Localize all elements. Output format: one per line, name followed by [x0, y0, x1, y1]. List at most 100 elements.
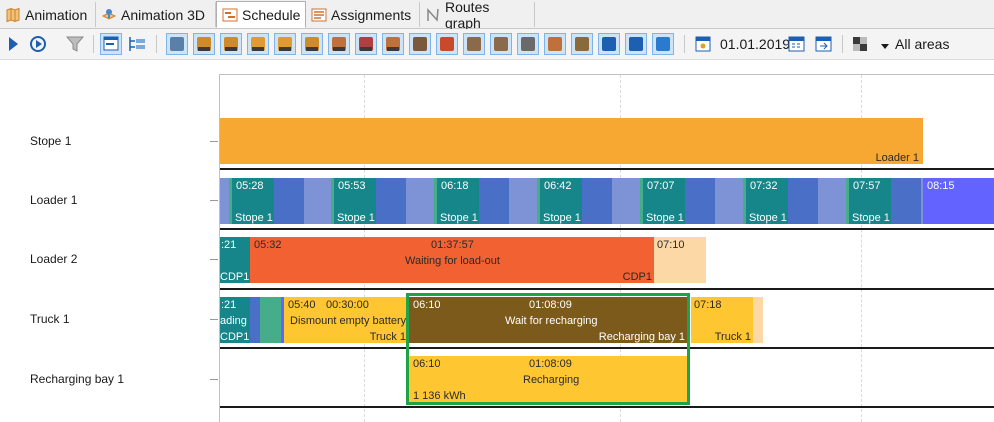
equipment-filter-button[interactable] [625, 33, 647, 55]
color-scheme-button[interactable] [849, 33, 871, 55]
toolbar-separator [842, 35, 843, 53]
row-divider [220, 168, 994, 170]
loader-1-loading-activity[interactable]: 05:53 Stope 1 [334, 178, 376, 224]
activity-start-time: :21 [221, 299, 237, 311]
row-divider [220, 288, 994, 290]
tab-animation-3d[interactable]: Animation 3D [96, 2, 216, 27]
date-picker-button[interactable] [693, 33, 715, 55]
equipment-filter-button[interactable] [598, 33, 620, 55]
refresh-play-icon [30, 36, 46, 52]
loader-1-travel-activity[interactable] [479, 178, 509, 224]
activity-start-time: 08:15 [927, 180, 955, 192]
loader-2-waiting-activity[interactable]: 05:32 01:37:57 Waiting for load-out CDP1 [250, 237, 654, 283]
activity-label: Waiting for load-out [405, 255, 500, 267]
loader-2-prev-activity[interactable]: :21 CDP1 [220, 237, 250, 283]
loader-1-travel-activity[interactable] [685, 178, 715, 224]
truck-1-loading-activity[interactable]: :21 ading CDP1 [220, 297, 250, 343]
filter-button[interactable] [64, 33, 86, 55]
truck-1-next-activity[interactable]: 07:18 Truck 1 [691, 297, 753, 343]
schedule-icon [222, 7, 238, 23]
loader-2-next-activity[interactable]: 07:10 [654, 237, 706, 283]
activity-start-time: 05:28 [236, 180, 264, 192]
building-icon [440, 37, 454, 51]
tab-animation[interactable]: Animation [0, 2, 96, 27]
activity-location: Truck 1 [369, 331, 406, 343]
tree-view-button[interactable] [126, 33, 148, 55]
truck-1-later-activity[interactable] [753, 297, 763, 343]
equipment-filter-button[interactable] [328, 33, 350, 55]
toolbar: 01.01.2019 All areas [0, 29, 994, 60]
tunnel-icon [170, 37, 184, 51]
loader-1-loading-activity[interactable]: 07:57 Stope 1 [849, 178, 891, 224]
train-icon [467, 37, 481, 51]
equipment-filter-button[interactable] [193, 33, 215, 55]
loader-1-travel-activity[interactable] [582, 178, 612, 224]
equipment-filter-button[interactable] [166, 33, 188, 55]
tab-routes-graph[interactable]: Routes graph [420, 0, 535, 31]
toolbar-separator [93, 35, 94, 53]
activity-location: Stope 1 [440, 212, 478, 224]
equipment-filter-button[interactable] [274, 33, 296, 55]
equipment-filter-button[interactable] [571, 33, 593, 55]
loader-1-loading-activity[interactable]: 07:32 Stope 1 [746, 178, 788, 224]
loader-1-travel-activity[interactable] [788, 178, 818, 224]
crusher-icon [521, 37, 535, 51]
tab-assignments[interactable]: Assignments [306, 2, 420, 27]
gantt-view-button[interactable] [100, 33, 122, 55]
dropdown-arrow-icon[interactable] [880, 38, 890, 56]
activity-start-time: 06:18 [441, 180, 469, 192]
equipment-filter-button[interactable] [490, 33, 512, 55]
loader-1-loading-activity[interactable]: 05:28 Stope 1 [232, 178, 274, 224]
tab-label: Schedule [242, 6, 301, 23]
equipment-filter-button[interactable] [220, 33, 242, 55]
activity-location: Stope 1 [337, 212, 375, 224]
loader-1-travel-activity[interactable] [376, 178, 406, 224]
equipment-filter-button[interactable] [355, 33, 377, 55]
activity-start-time: 07:57 [853, 180, 881, 192]
play-button[interactable] [2, 33, 24, 55]
truck-1-dump-activity[interactable] [260, 297, 281, 343]
tab-label: Animation [25, 6, 88, 23]
calendar-location-icon [695, 36, 711, 52]
loader-1-travel-activity[interactable] [274, 178, 304, 224]
equipment-filter-button[interactable] [247, 33, 269, 55]
stope-1-activity[interactable]: Loader 1 [220, 118, 923, 164]
calendar-button[interactable] [786, 33, 808, 55]
truck-1-travel-activity[interactable] [250, 297, 260, 343]
area-filter-select[interactable]: All areas [895, 36, 949, 52]
activity-label: Dismount empty battery [290, 315, 407, 327]
activity-label: ading [220, 315, 247, 327]
activity-location: Stope 1 [235, 212, 273, 224]
gantt-chart[interactable]: Loader 1 08:15 :21 CDP1 05:32 01:37:57 W… [219, 74, 994, 422]
loader-1-travel-activity[interactable] [891, 178, 921, 224]
activity-start-time: 07:07 [647, 180, 675, 192]
loader-1-loading-activity[interactable]: 07:07 Stope 1 [643, 178, 685, 224]
loader-1-next-activity[interactable]: 08:15 [923, 178, 994, 224]
equipment-filter-button[interactable] [544, 33, 566, 55]
date-display[interactable]: 01.01.2019 [720, 36, 790, 52]
equipment-filter-button[interactable] [463, 33, 485, 55]
gantt-row-labels: Stope 1 Loader 1 Loader 2 Truck 1 Rechar… [0, 60, 219, 422]
activity-location: Stope 1 [646, 212, 684, 224]
loader-1-loading-activity[interactable]: 06:18 Stope 1 [437, 178, 479, 224]
equipment-filter-button[interactable] [652, 33, 674, 55]
equipment-filter-button[interactable] [409, 33, 431, 55]
loader-1-loading-activity[interactable]: 06:42 Stope 1 [540, 178, 582, 224]
camera-icon [602, 37, 616, 51]
row-divider [220, 228, 994, 230]
battery-icon [656, 37, 670, 51]
calendar-export-icon [815, 36, 832, 52]
equipment-filter-button[interactable] [436, 33, 458, 55]
equipment-filter-button[interactable] [517, 33, 539, 55]
tab-label: Animation 3D [121, 6, 206, 23]
equipment-filter-button[interactable] [382, 33, 404, 55]
hoist-icon [575, 37, 589, 51]
truck-1-dismount-activity[interactable]: 05:40 00:30:00 Dismount empty battery Tr… [284, 297, 408, 343]
tab-schedule[interactable]: Schedule [216, 1, 306, 28]
step-button[interactable] [27, 33, 49, 55]
equipment-filter-button[interactable] [301, 33, 323, 55]
activity-location: Stope 1 [852, 212, 890, 224]
activity-location: CDP1 [220, 331, 250, 343]
calendar-export-button[interactable] [813, 33, 835, 55]
activity-location: Truck 1 [714, 331, 751, 343]
